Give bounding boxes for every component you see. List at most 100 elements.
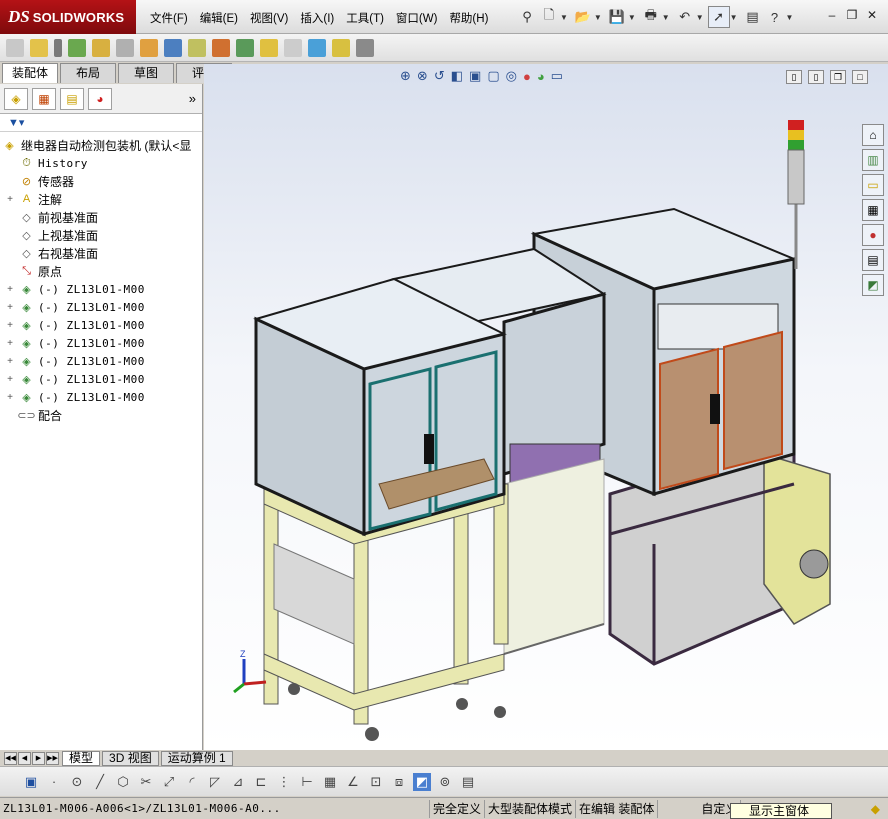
solidworks-forum-icon[interactable]: ◩ bbox=[862, 274, 884, 296]
menu-help[interactable]: 帮助(H) bbox=[449, 10, 488, 26]
tab-assembly[interactable]: 装配体 bbox=[2, 63, 58, 83]
property-manager-icon[interactable]: ▦ bbox=[32, 87, 56, 110]
graphics-area[interactable]: ⊕ ⊗ ↺ ◧ ▣ ▢ ◎ ● ◕ ▭ ▯ ▯ ❐ □ ⌂ ▥ ▭ ▦ ● ▤ … bbox=[204, 64, 888, 750]
explode-line-icon[interactable] bbox=[284, 38, 302, 57]
tree-item[interactable]: ◇ 上视基准面 bbox=[0, 226, 202, 244]
grid-icon[interactable]: ▦ bbox=[321, 773, 339, 791]
mate-icon[interactable] bbox=[54, 38, 62, 57]
convert-entities-icon[interactable]: ⊿ bbox=[229, 773, 247, 791]
linear-pattern-icon[interactable] bbox=[68, 38, 86, 57]
design-library-icon[interactable]: ▥ bbox=[862, 149, 884, 171]
last-tab-icon[interactable]: ▶▶ bbox=[46, 751, 59, 765]
tree-item[interactable]: ◇ 右视基准面 bbox=[0, 244, 202, 262]
line-icon[interactable]: ╱ bbox=[91, 773, 109, 791]
circle-icon[interactable]: ⊙ bbox=[68, 773, 86, 791]
instant3d-icon[interactable] bbox=[332, 38, 350, 57]
tree-item[interactable]: + ◈ (-) ZL13L01-M00 bbox=[0, 352, 202, 370]
menu-window[interactable]: 窗口(W) bbox=[396, 10, 438, 26]
chevron-down-icon[interactable]: ▼ bbox=[786, 13, 794, 22]
expand-icon[interactable]: + bbox=[5, 320, 15, 331]
new-motion-study-icon[interactable] bbox=[212, 38, 230, 57]
chevron-down-icon[interactable]: ▼ bbox=[730, 13, 738, 22]
menu-file[interactable]: 文件(F) bbox=[150, 10, 188, 26]
expand-icon[interactable]: + bbox=[5, 302, 15, 313]
fillet-icon[interactable]: ◜ bbox=[183, 773, 201, 791]
tab-layout[interactable]: 布局 bbox=[60, 63, 116, 83]
save-icon[interactable]: ▣ bbox=[22, 773, 40, 791]
tree-item[interactable]: ⤡ 原点 bbox=[0, 262, 202, 280]
filter-icon[interactable]: ▼▾ bbox=[0, 114, 202, 132]
select-arrow-icon[interactable]: ➚ bbox=[707, 6, 730, 28]
tree-item[interactable]: + ◈ (-) ZL13L01-M00 bbox=[0, 280, 202, 298]
expand-icon[interactable]: + bbox=[5, 194, 15, 205]
new-document-icon[interactable]: 🗋 bbox=[538, 6, 560, 28]
appearance-icon[interactable]: ◕ bbox=[88, 87, 112, 110]
chevron-down-icon[interactable]: ▼ bbox=[696, 13, 704, 22]
expand-icon[interactable]: + bbox=[5, 338, 15, 349]
shaded-display-icon[interactable]: ◩ bbox=[413, 772, 431, 791]
tree-item[interactable]: + A 注解 bbox=[0, 190, 202, 208]
pin-icon[interactable]: ⚲ bbox=[516, 6, 538, 28]
tree-item[interactable]: + ◈ (-) ZL13L01-M00 bbox=[0, 370, 202, 388]
open-folder-icon[interactable]: 📂 bbox=[572, 6, 594, 28]
tree-item[interactable]: ⏱ History bbox=[0, 154, 202, 172]
prev-tab-icon[interactable]: ◀ bbox=[18, 751, 31, 765]
exploded-view-icon[interactable] bbox=[260, 38, 278, 57]
tab-motion-study[interactable]: 运动算例 1 bbox=[160, 750, 233, 766]
file-explorer-icon[interactable]: ▭ bbox=[862, 174, 884, 196]
large-assembly-icon[interactable] bbox=[356, 38, 374, 57]
tree-item[interactable]: ◇ 前视基准面 bbox=[0, 208, 202, 226]
custom-properties-icon[interactable]: ▤ bbox=[862, 249, 884, 271]
help-icon[interactable]: ? bbox=[764, 6, 786, 28]
tab-model[interactable]: 模型 bbox=[62, 750, 101, 766]
tree-item[interactable]: + ◈ (-) ZL13L01-M00 bbox=[0, 316, 202, 334]
expand-icon[interactable]: + bbox=[5, 284, 15, 295]
view-cube-icon[interactable]: ⧈ bbox=[390, 773, 408, 791]
polygon-icon[interactable]: ⬡ bbox=[114, 773, 132, 791]
tab-3d-views[interactable]: 3D 视图 bbox=[102, 750, 159, 766]
reference-geometry-icon[interactable] bbox=[188, 38, 206, 57]
appearances-scenes-icon[interactable]: ● bbox=[862, 224, 884, 246]
rebuild-icon[interactable]: ◆ bbox=[871, 802, 880, 816]
new-part-icon[interactable] bbox=[30, 38, 48, 57]
next-tab-icon[interactable]: ▶ bbox=[32, 751, 45, 765]
tree-item[interactable]: ⊂⊃ 配合 bbox=[0, 406, 202, 424]
chevron-right-icon[interactable]: » bbox=[189, 91, 196, 106]
insert-component-icon[interactable] bbox=[6, 38, 24, 57]
restore-icon[interactable]: ❐ bbox=[842, 8, 862, 22]
sketch-icon[interactable]: · bbox=[45, 773, 63, 791]
offset-icon[interactable]: ⊏ bbox=[252, 773, 270, 791]
trim-icon[interactable]: ✂ bbox=[137, 773, 155, 791]
menu-view[interactable]: 视图(V) bbox=[250, 10, 288, 26]
bounding-box-icon[interactable]: ⊡ bbox=[367, 773, 385, 791]
solidworks-logo[interactable]: DS SOLIDWORKS bbox=[0, 0, 136, 34]
tab-sketch[interactable]: 草图 bbox=[118, 63, 174, 83]
bill-of-materials-icon[interactable] bbox=[236, 38, 254, 57]
tree-item[interactable]: + ◈ (-) ZL13L01-M00 bbox=[0, 388, 202, 406]
move-component-icon[interactable] bbox=[116, 38, 134, 57]
solidworks-resources-icon[interactable]: ⌂ bbox=[862, 124, 884, 146]
print-icon[interactable]: 🖶 bbox=[640, 6, 662, 28]
menu-edit[interactable]: 编辑(E) bbox=[200, 10, 238, 26]
first-tab-icon[interactable]: ◀◀ bbox=[4, 751, 17, 765]
chevron-down-icon[interactable]: ▼ bbox=[594, 13, 602, 22]
tree-root[interactable]: ◈ 继电器自动检测包装机 (默认<显 bbox=[0, 136, 202, 154]
assembly-features-icon[interactable] bbox=[164, 38, 182, 57]
tree-item[interactable]: + ◈ (-) ZL13L01-M00 bbox=[0, 298, 202, 316]
expand-icon[interactable]: + bbox=[5, 356, 15, 367]
mirror-icon[interactable]: ⋮ bbox=[275, 773, 293, 791]
dimension-icon[interactable]: ⊢ bbox=[298, 773, 316, 791]
chevron-down-icon[interactable]: ▼ bbox=[662, 13, 670, 22]
expand-icon[interactable]: + bbox=[5, 374, 15, 385]
undo-icon[interactable]: ↶ bbox=[674, 6, 696, 28]
smart-fasteners-icon[interactable] bbox=[92, 38, 110, 57]
menu-tools[interactable]: 工具(T) bbox=[346, 10, 384, 26]
tree-item[interactable]: ⊘ 传感器 bbox=[0, 172, 202, 190]
chevron-down-icon[interactable]: ▼ bbox=[628, 13, 636, 22]
table-icon[interactable]: ▤ bbox=[459, 773, 477, 791]
tree-item[interactable]: + ◈ (-) ZL13L01-M00 bbox=[0, 334, 202, 352]
close-icon[interactable]: ✕ bbox=[862, 8, 882, 22]
options-icon[interactable]: ▤ bbox=[742, 6, 764, 28]
minimize-icon[interactable]: – bbox=[822, 8, 842, 22]
centerline-icon[interactable]: ⤢ bbox=[160, 773, 178, 791]
